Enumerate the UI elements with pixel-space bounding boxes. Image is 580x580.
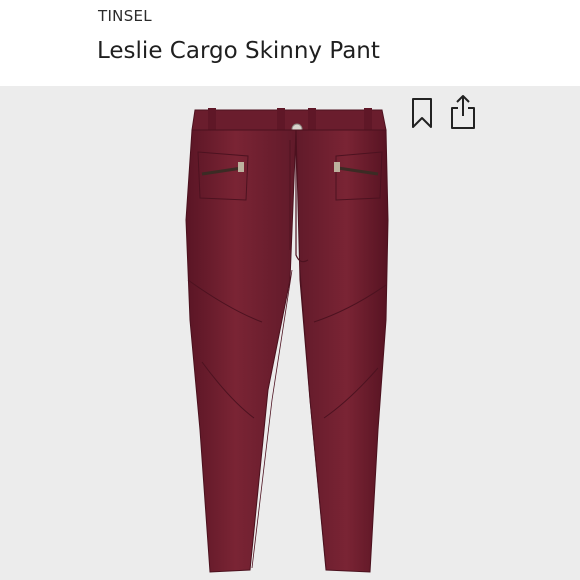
brand-name[interactable]: TINSEL [98,7,152,25]
product-header: TINSEL Leslie Cargo Skinny Pant [0,0,580,86]
product-image [185,108,389,573]
share-button[interactable] [448,92,478,129]
product-title: Leslie Cargo Skinny Pant [97,38,380,64]
share-icon [451,95,475,129]
